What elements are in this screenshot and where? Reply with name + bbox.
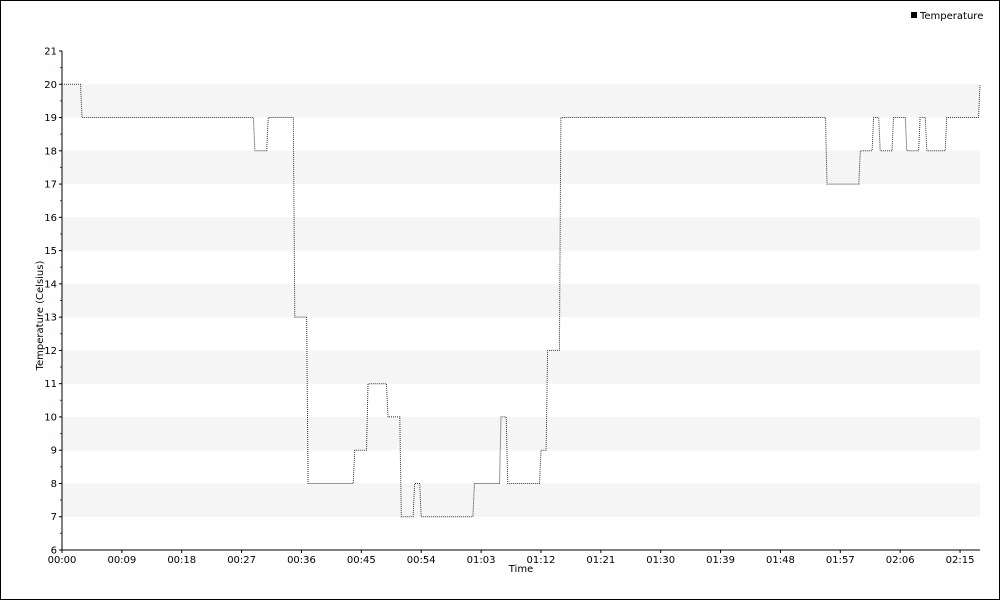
- grid-band: [62, 84, 980, 118]
- grid-bands: [62, 84, 980, 517]
- x-tick-label: 01:57: [826, 555, 855, 566]
- y-tick-label: 8: [51, 479, 57, 490]
- x-tick-label: 01:03: [467, 555, 496, 566]
- x-tick-label: 02:15: [946, 555, 975, 566]
- x-tick-label: 00:00: [48, 555, 77, 566]
- x-tick-label: 02:06: [886, 555, 915, 566]
- x-tick-label: 01:30: [646, 555, 675, 566]
- y-tick-label: 21: [44, 47, 57, 58]
- y-tick-label: 20: [44, 80, 57, 91]
- y-tick-label: 16: [44, 213, 57, 224]
- grid-band: [62, 416, 980, 451]
- grid-band: [62, 283, 980, 318]
- y-tick-label: 10: [44, 412, 57, 423]
- y-axis-label: Temperature (Celsius): [35, 261, 46, 372]
- x-tick-label: 00:18: [167, 555, 196, 566]
- y-tick-label: 13: [44, 313, 57, 324]
- legend: Temperature: [911, 11, 983, 22]
- x-tick-label: 00:45: [347, 555, 376, 566]
- x-tick-label: 00:54: [407, 555, 436, 566]
- chart-frame: 6 7 8 9 10 11 12 13 14 15 16 17 18 19 20 21 00:00 00:09 0…: [0, 0, 1000, 600]
- legend-label-temperature: Temperature: [919, 11, 983, 22]
- y-tick-label: 18: [44, 146, 57, 157]
- y-tick-label: 9: [51, 446, 57, 457]
- x-tick-label: 00:09: [107, 555, 136, 566]
- y-tick-label: 17: [44, 180, 57, 191]
- y-tick-label: 14: [44, 279, 57, 290]
- x-tick-label: 01:39: [706, 555, 735, 566]
- x-tick-label: 00:36: [287, 555, 316, 566]
- grid-band: [62, 350, 980, 384]
- y-tick-label: 12: [44, 346, 57, 357]
- grid-band: [62, 483, 980, 517]
- y-tick-label: 7: [51, 512, 57, 523]
- x-tick-label: 00:27: [227, 555, 256, 566]
- y-tick-label: 15: [44, 246, 57, 257]
- y-tick-label: 19: [44, 113, 57, 124]
- x-axis-label: Time: [508, 564, 533, 575]
- y-tick-label: 11: [44, 379, 57, 390]
- temperature-chart: 6789101112131415161718192021 00:00 00:09 0…: [35, 11, 983, 575]
- y-tick-labels: 6789101112131415161718192021: [44, 47, 62, 557]
- legend-swatch-temperature: [911, 12, 917, 18]
- x-tick-label: 01:21: [586, 555, 615, 566]
- x-tick-label: 01:48: [766, 555, 795, 566]
- grid-band: [62, 150, 980, 185]
- grid-band: [62, 217, 980, 251]
